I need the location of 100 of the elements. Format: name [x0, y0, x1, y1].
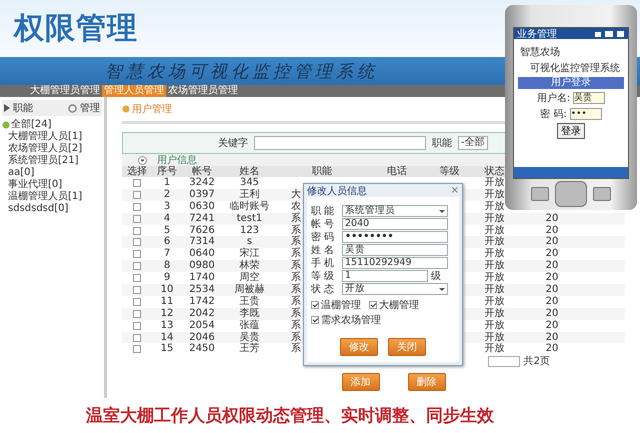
table-cell: 20 — [546, 272, 558, 284]
table-cell-text: 开放 — [484, 248, 506, 260]
nav-tab[interactable]: 农场管理员管理 — [166, 85, 240, 97]
permission-checkbox[interactable] — [311, 316, 319, 324]
row-checkbox[interactable] — [133, 190, 141, 199]
table-cell-text: 临时账号 — [228, 200, 270, 213]
login-button[interactable]: 登录 — [557, 123, 585, 139]
triangle-icon — [4, 104, 10, 112]
tree-item[interactable]: 全部[24] — [11, 119, 52, 131]
table-cell-text: 0630 — [188, 200, 216, 213]
role-filter-select[interactable]: -全部 — [458, 136, 488, 150]
tree-item[interactable]: 农场管理人员[2] — [2, 143, 102, 155]
nav-tab[interactable]: 大棚管理员管理 — [28, 85, 102, 97]
system-title: 智慧农场可视化监控管理系统 — [105, 60, 378, 82]
column-header: 电话 — [386, 166, 408, 178]
row-checkbox[interactable] — [133, 345, 141, 354]
gear-icon[interactable] — [68, 104, 77, 112]
collapse-icon[interactable] — [138, 156, 147, 164]
row-checkbox[interactable] — [133, 274, 141, 282]
row-checkbox[interactable] — [133, 262, 141, 270]
table-cell-text: 系 — [291, 260, 301, 272]
row-checkbox[interactable] — [133, 214, 141, 223]
input-field[interactable]: 吴贵 — [342, 244, 448, 256]
table-cell: 20 — [546, 260, 558, 272]
page-input[interactable] — [488, 356, 520, 367]
table-cell-text: 14 — [160, 332, 174, 344]
table-cell-text: 系 — [291, 272, 301, 284]
table-cell-text: 宋江 — [238, 248, 260, 260]
row-checkbox[interactable] — [133, 202, 141, 211]
select-field[interactable]: 系统管理员 — [342, 205, 448, 217]
permission-checkbox[interactable] — [311, 301, 319, 309]
close-button[interactable]: × — [450, 185, 459, 196]
table-cell-text: 王利 — [238, 188, 260, 200]
tree-item[interactable]: 温棚管理人员[1] — [2, 191, 102, 203]
input-field[interactable]: 15110292949 — [342, 257, 448, 269]
table-cell-text: 系 — [291, 332, 301, 343]
row-checkbox[interactable] — [133, 334, 141, 342]
table-cell-text: 开放 — [484, 272, 506, 284]
table-cell-text: 开放 — [484, 200, 506, 213]
table-cell-text: 王贵 — [238, 296, 260, 308]
tree-item[interactable]: 系统管理员[21] — [2, 155, 102, 167]
table-cell: 20 — [546, 332, 558, 344]
table-cell-text: 13 — [160, 320, 174, 332]
input-field[interactable]: 2040 — [342, 218, 448, 230]
row-checkbox[interactable] — [133, 310, 141, 318]
manage-link[interactable]: 管理 — [80, 101, 100, 115]
folder-node-icon[interactable] — [2, 121, 10, 129]
field-label: 帐 号 — [311, 218, 336, 231]
column-header: 序号 — [156, 166, 178, 178]
table-cell-text: 6 — [162, 236, 172, 248]
table-cell: 20 — [546, 343, 558, 356]
table-cell-text: 系 — [291, 284, 301, 296]
row-checkbox[interactable] — [133, 250, 141, 258]
tree-item[interactable]: sdsdsdsd[0] — [2, 203, 102, 215]
table-cell-text: 2042 — [188, 308, 216, 320]
table-cell-text: 7 — [162, 248, 172, 260]
select-field[interactable]: 开放 — [342, 283, 448, 295]
field-label: 手 机 — [311, 256, 336, 270]
input-field[interactable]: ••• — [570, 108, 602, 120]
row-checkbox[interactable] — [133, 226, 141, 235]
field-label: 等 级 — [311, 270, 336, 283]
section-title: 用户信息 — [157, 154, 197, 166]
tree-item[interactable]: 大棚管理人员[1] — [2, 131, 102, 143]
tree-item[interactable]: 事业代理[0] — [2, 179, 102, 191]
keyword-field[interactable] — [254, 136, 426, 150]
input-field[interactable]: 1 — [342, 270, 428, 282]
table-cell-text: 7241 — [188, 212, 216, 225]
column-header: 选择 — [126, 166, 148, 178]
row-checkbox[interactable] — [133, 298, 141, 306]
table-cell-text: 农 — [291, 200, 301, 212]
permission-label: 需求农场管理 — [321, 314, 381, 327]
tree-item[interactable]: aa[0] — [2, 167, 102, 179]
column-header: 状态 — [484, 166, 506, 177]
bullet-icon — [122, 105, 130, 113]
table-cell-text: 7314 — [188, 236, 216, 248]
table-cell-text: 12 — [160, 308, 174, 320]
table-cell: 20 — [546, 320, 558, 332]
table-cell-text: 系 — [291, 236, 301, 248]
phone-app-title: 业务管理 — [517, 28, 557, 40]
column-header: 姓名 — [238, 166, 260, 178]
table-cell-text: 系 — [291, 248, 301, 260]
login-band: 用户登录 — [518, 77, 624, 89]
table-cell-text: 开放 — [484, 212, 506, 225]
table-cell-text: 2450 — [188, 343, 216, 356]
table-cell-text: 1740 — [188, 272, 216, 284]
permission-checkbox[interactable] — [369, 301, 377, 309]
table-cell-text: 0640 — [188, 248, 216, 260]
row-checkbox[interactable] — [133, 286, 141, 294]
row-checkbox[interactable] — [133, 178, 141, 187]
table-cell-text: 开放 — [484, 236, 506, 248]
password-field[interactable]: •••••••• — [342, 231, 448, 243]
table-cell-text: 1 — [162, 177, 172, 189]
row-checkbox[interactable] — [133, 238, 141, 246]
table-cell-text: 周空 — [238, 272, 260, 284]
input-field[interactable]: 吴贵 — [573, 92, 606, 104]
table-cell-text: 张蕴 — [238, 320, 260, 332]
table-cell-text: 1742 — [188, 296, 216, 308]
sidebar-heading: 职能 — [13, 102, 33, 115]
table-cell-text: 系 — [291, 308, 301, 320]
row-checkbox[interactable] — [133, 322, 141, 330]
